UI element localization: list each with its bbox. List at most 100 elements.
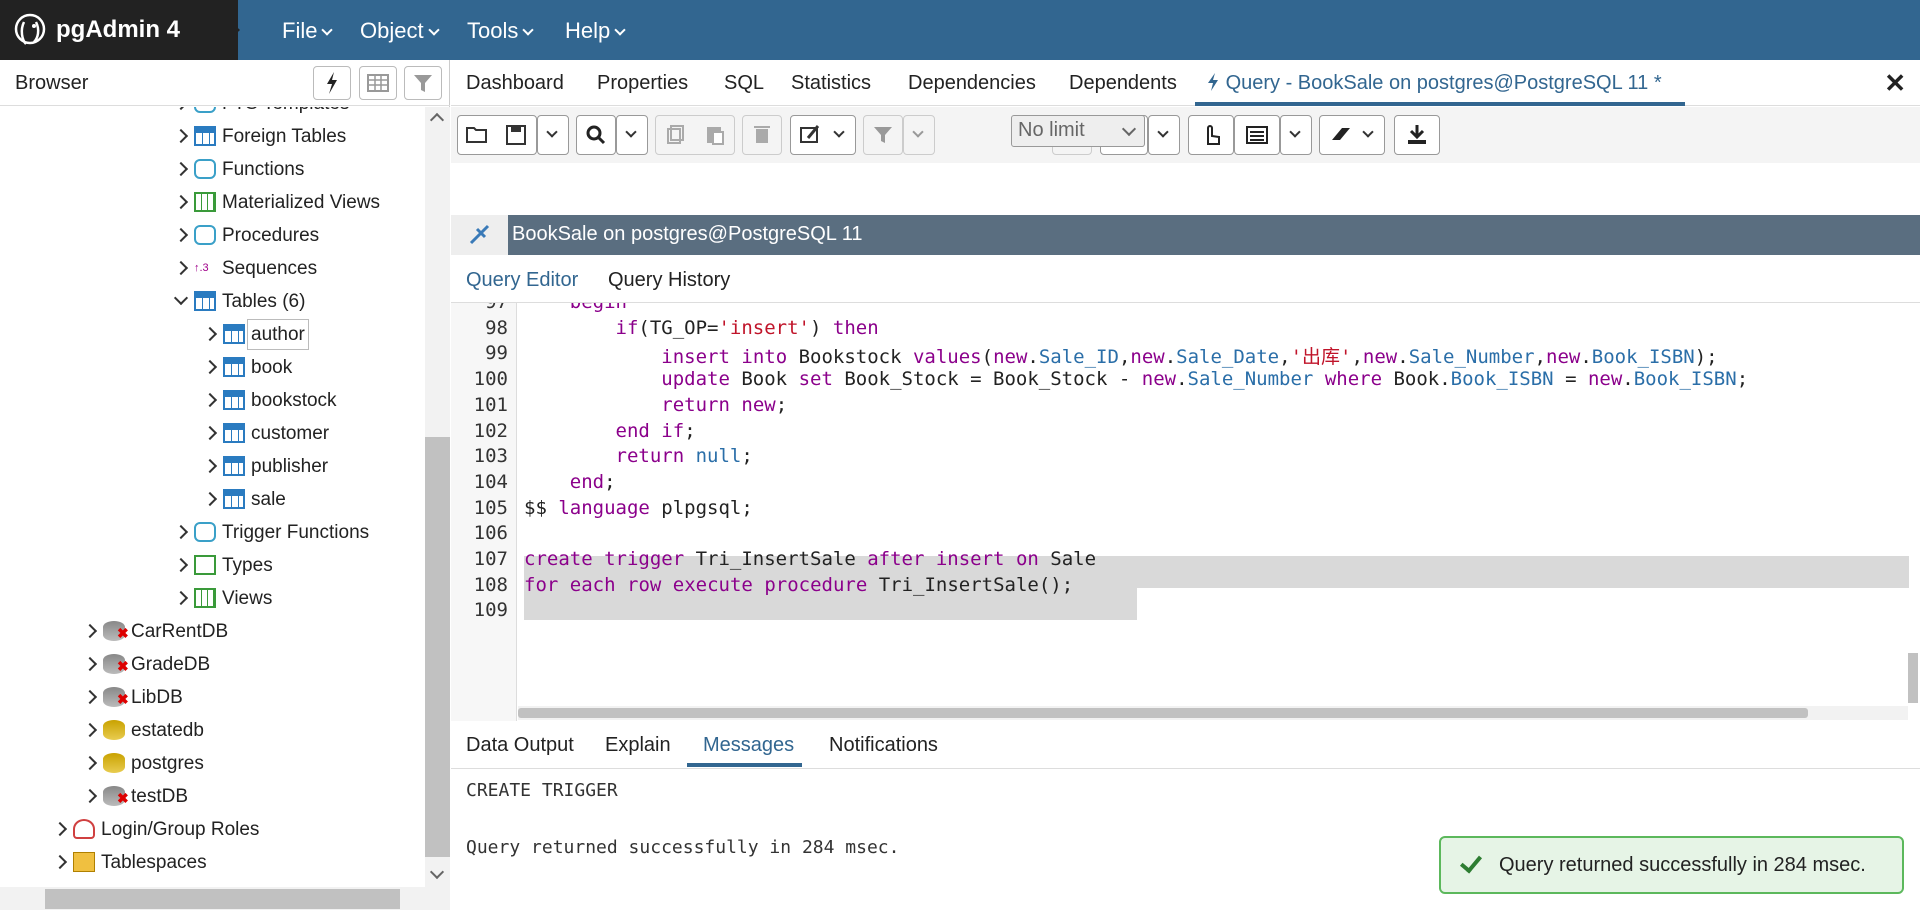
editor-hscroll-thumb[interactable] xyxy=(518,708,1808,718)
tree-item[interactable]: Trigger Functions xyxy=(173,516,420,549)
menu-object[interactable]: Object xyxy=(360,18,440,44)
tab-messages[interactable]: Messages xyxy=(703,734,794,757)
chevron-right-icon[interactable] xyxy=(202,425,218,441)
tree-item[interactable]: Tablespaces xyxy=(52,846,420,879)
chevron-right-icon[interactable] xyxy=(82,656,98,672)
tree-item[interactable]: ↑.3 Sequences xyxy=(173,252,420,285)
query-tool-button[interactable] xyxy=(313,66,351,100)
tree-item[interactable]: author xyxy=(202,318,420,351)
menu-file[interactable]: File xyxy=(282,18,334,44)
tree-vertical-scrollbar[interactable] xyxy=(425,107,450,887)
download-button[interactable] xyxy=(1394,115,1440,155)
tree-item[interactable]: postgres xyxy=(82,747,420,780)
editor-horizontal-scrollbar[interactable] xyxy=(518,706,1908,720)
tab-properties[interactable]: Properties xyxy=(597,72,688,95)
open-file-icon[interactable] xyxy=(458,116,496,154)
chevron-right-icon[interactable] xyxy=(173,194,189,210)
menu-tools[interactable]: Tools xyxy=(467,18,535,44)
tab-statistics[interactable]: Statistics xyxy=(791,72,871,95)
chevron-right-icon[interactable] xyxy=(202,458,218,474)
delete-button[interactable] xyxy=(742,115,782,155)
chevron-right-icon[interactable] xyxy=(173,590,189,606)
tree-item[interactable]: publisher xyxy=(202,450,420,483)
chevron-right-icon[interactable] xyxy=(173,227,189,243)
tree-item[interactable]: Functions xyxy=(173,153,420,186)
code-line[interactable]: for each row execute procedure Tri_Inser… xyxy=(524,574,1073,596)
chevron-right-icon[interactable] xyxy=(173,260,189,276)
copy-icon[interactable] xyxy=(656,116,694,154)
chevron-right-icon[interactable] xyxy=(82,755,98,771)
tab-explain[interactable]: Explain xyxy=(605,734,671,757)
tree-hscroll-thumb[interactable] xyxy=(45,889,400,909)
chevron-right-icon[interactable] xyxy=(52,854,68,870)
explain-button[interactable] xyxy=(1188,115,1234,155)
chevron-right-icon[interactable] xyxy=(173,557,189,573)
tree-item[interactable]: ✖ CarRentDB xyxy=(82,615,420,648)
chevron-right-icon[interactable] xyxy=(202,359,218,375)
tree-item[interactable]: Procedures xyxy=(173,219,420,252)
find-dropdown-button[interactable] xyxy=(616,115,648,155)
chevron-down-icon[interactable] xyxy=(173,290,189,306)
code-line[interactable]: update Book set Book_Stock = Book_Stock … xyxy=(524,368,1748,390)
menu-help[interactable]: Help xyxy=(565,18,626,44)
tree-item[interactable]: customer xyxy=(202,417,420,450)
code-line[interactable]: begin xyxy=(524,303,627,313)
view-data-button[interactable] xyxy=(359,66,397,100)
execute-dropdown-button[interactable] xyxy=(1148,115,1180,155)
tree-item[interactable]: Types xyxy=(173,549,420,582)
tree-item[interactable]: Login/Group Roles xyxy=(52,813,420,846)
chevron-right-icon[interactable] xyxy=(82,689,98,705)
tree-item[interactable]: ✖ LibDB xyxy=(82,681,420,714)
edit-button[interactable] xyxy=(790,115,856,155)
tab-dashboard[interactable]: Dashboard xyxy=(466,72,564,95)
chevron-right-icon[interactable] xyxy=(82,722,98,738)
tab-data-output[interactable]: Data Output xyxy=(466,734,574,757)
editor-vscroll-thumb[interactable] xyxy=(1908,653,1918,703)
clear-button[interactable] xyxy=(1319,115,1385,155)
chevron-right-icon[interactable] xyxy=(82,623,98,639)
tab-query[interactable]: Query - BookSale on postgres@PostgreSQL … xyxy=(1206,72,1662,95)
tree-item[interactable]: Views xyxy=(173,582,420,615)
tree-horizontal-scrollbar[interactable] xyxy=(0,887,450,910)
tab-dependencies[interactable]: Dependencies xyxy=(908,72,1036,95)
code-line[interactable]: return null; xyxy=(524,445,753,467)
filter-button[interactable] xyxy=(863,115,903,155)
paste-icon[interactable] xyxy=(696,116,734,154)
chevron-right-icon[interactable] xyxy=(173,524,189,540)
save-icon[interactable] xyxy=(498,116,536,154)
tree-item[interactable]: ✖ testDB xyxy=(82,780,420,813)
chevron-right-icon[interactable] xyxy=(173,107,189,111)
tab-dependents[interactable]: Dependents xyxy=(1069,72,1177,95)
chevron-right-icon[interactable] xyxy=(202,326,218,342)
explain-analyze-button[interactable] xyxy=(1234,115,1280,155)
tree-item[interactable]: Materialized Views xyxy=(173,186,420,219)
code-line[interactable]: end if; xyxy=(524,420,696,442)
chevron-right-icon[interactable] xyxy=(52,821,68,837)
tree-item[interactable]: estatedb xyxy=(82,714,420,747)
filter-dropdown-button[interactable] xyxy=(903,115,935,155)
find-button[interactable] xyxy=(576,115,616,155)
tree-item[interactable]: Tables (6) xyxy=(173,285,420,318)
chevron-right-icon[interactable] xyxy=(173,128,189,144)
tree-item[interactable]: ✖ GradeDB xyxy=(82,648,420,681)
code-line[interactable]: return new; xyxy=(524,394,787,416)
row-limit-select[interactable]: No limit xyxy=(1011,115,1145,147)
code-line[interactable]: create trigger Tri_InsertSale after inse… xyxy=(524,548,1096,570)
tab-sql[interactable]: SQL xyxy=(724,72,764,95)
explain-dropdown-button[interactable] xyxy=(1280,115,1312,155)
tree-item[interactable]: Foreign Tables xyxy=(173,120,420,153)
tab-query-history[interactable]: Query History xyxy=(608,269,730,292)
tree-item[interactable]: bookstock xyxy=(202,384,420,417)
code-line[interactable]: $$ language plpgsql; xyxy=(524,497,753,519)
success-toast[interactable]: Query returned successfully in 284 msec. xyxy=(1439,836,1904,894)
chevron-right-icon[interactable] xyxy=(82,788,98,804)
connection-bar[interactable]: BookSale on postgres@PostgreSQL 11 xyxy=(451,215,1920,255)
tab-query-editor[interactable]: Query Editor xyxy=(466,269,578,292)
tree-scroll-thumb[interactable] xyxy=(425,437,450,857)
chevron-right-icon[interactable] xyxy=(202,491,218,507)
save-dropdown-button[interactable] xyxy=(537,115,569,155)
tree-item[interactable]: FTS Templates xyxy=(173,107,420,120)
tree-item[interactable]: sale xyxy=(202,483,420,516)
code-line[interactable]: if(TG_OP='insert') then xyxy=(524,317,879,339)
sql-editor[interactable]: 97 98 99 100101 102 103104 105 106 107 108 109 beg… xyxy=(451,303,1920,721)
